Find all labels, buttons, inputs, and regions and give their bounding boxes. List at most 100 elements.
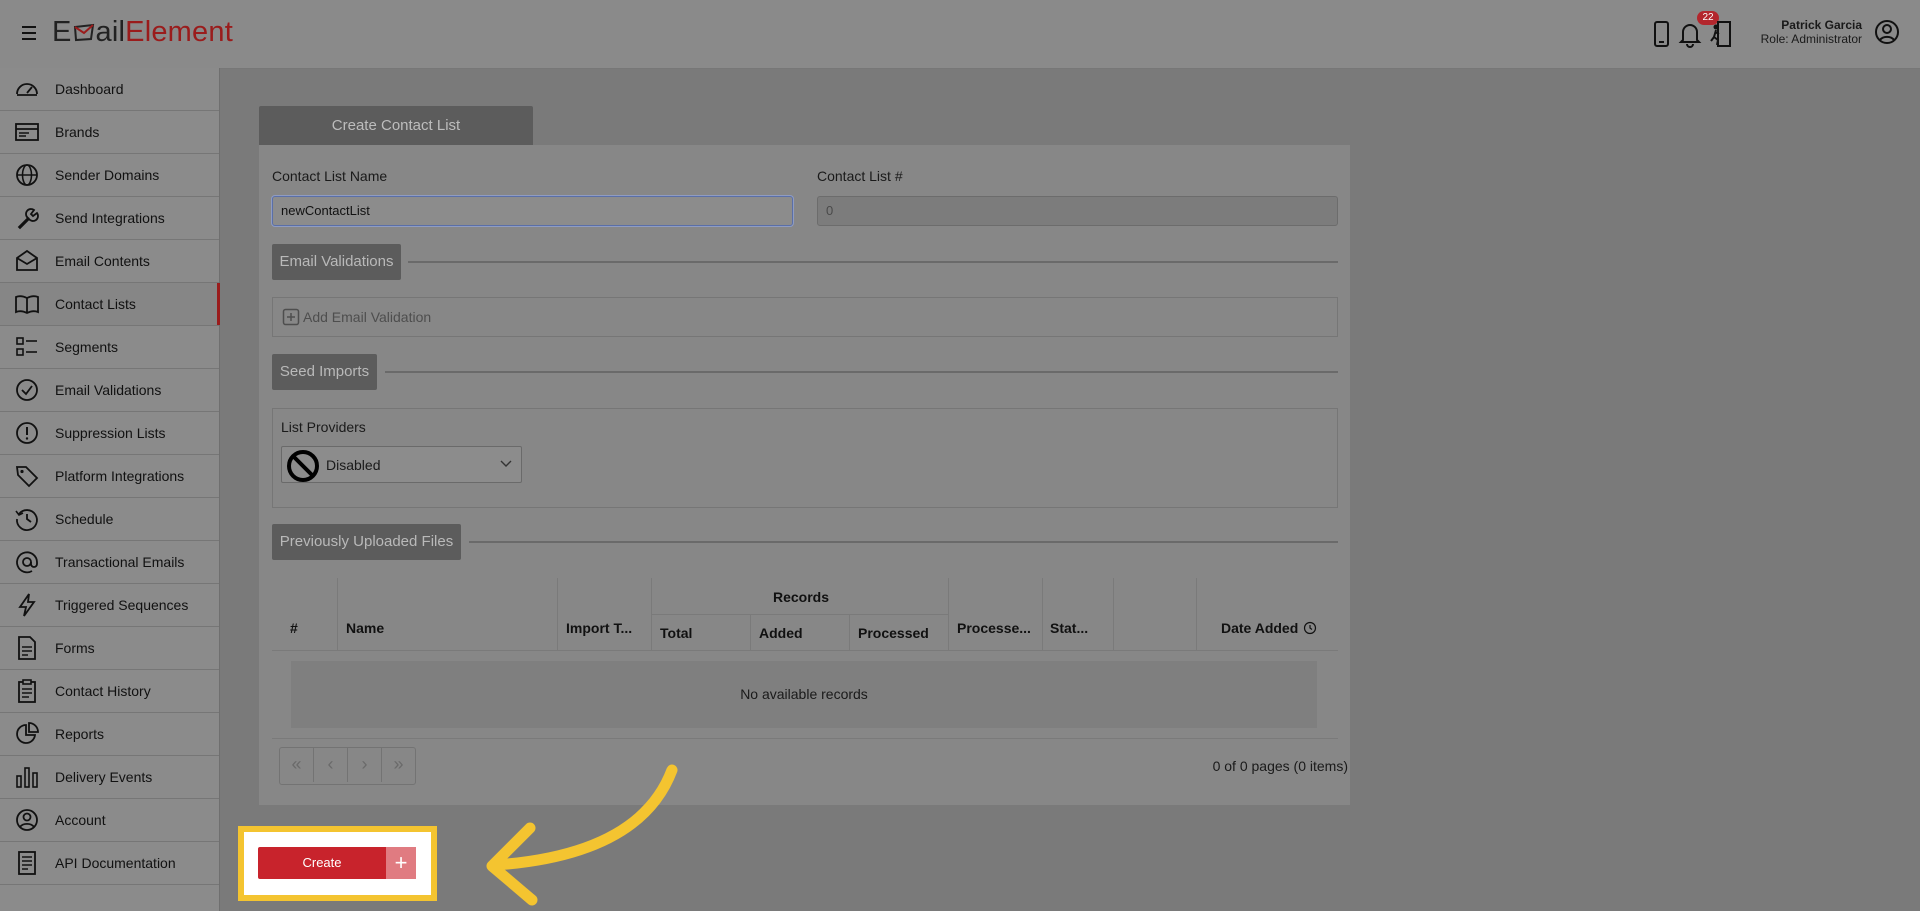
user-name: Patrick Garcia: [1781, 18, 1862, 32]
next-page-button[interactable]: ›: [348, 748, 382, 782]
table-footer-divider: [272, 738, 1338, 739]
sidebar-item-label: Sender Domains: [55, 167, 160, 183]
seed-imports-section-button[interactable]: Seed Imports: [272, 354, 377, 390]
add-email-validation-label: Add Email Validation: [303, 309, 432, 325]
sidebar-item-delivery-events[interactable]: Delivery Events: [0, 756, 219, 799]
sidebar-item-segments[interactable]: Segments: [0, 326, 219, 369]
sidebar-item-dashboard[interactable]: Dashboard: [0, 68, 219, 111]
table-column-divider: [337, 578, 338, 650]
book-icon: [15, 295, 39, 315]
sidebar-item-label: Account: [55, 812, 106, 828]
disabled-icon: [287, 450, 319, 482]
column-header-name[interactable]: Name: [346, 620, 384, 636]
pagination-info: 0 of 0 pages (0 items): [1212, 758, 1348, 774]
segments-icon: [16, 337, 37, 356]
at-icon: [16, 551, 38, 574]
previously-uploaded-files-section-button[interactable]: Previously Uploaded Files: [272, 524, 461, 560]
column-header-total[interactable]: Total: [660, 625, 692, 641]
logout-icon[interactable]: [1707, 18, 1735, 50]
contact-list-name-label: Contact List Name: [272, 168, 388, 184]
globe-icon: [16, 164, 38, 186]
table-column-divider: [948, 578, 949, 650]
sidebar-item-email-validations[interactable]: Email Validations: [0, 369, 219, 412]
clock-icon: [1304, 621, 1317, 635]
top-header: EailElement 22 Patrick Garcia Role: Admi…: [0, 0, 1920, 69]
create-button-label: Create: [302, 855, 342, 870]
clipboard-icon: [18, 679, 36, 703]
exclamation-circle-icon: [16, 422, 38, 444]
sidebar-item-contact-lists[interactable]: Contact Lists: [0, 283, 220, 326]
sidebar-item-brands[interactable]: Brands: [0, 111, 219, 154]
column-header-added[interactable]: Added: [759, 625, 803, 641]
column-header-processed[interactable]: Processed: [858, 625, 929, 641]
list-providers-label: List Providers: [281, 419, 366, 435]
logo-text-element: Element: [125, 16, 233, 48]
plus-icon: +: [386, 847, 416, 879]
mobile-icon[interactable]: [1647, 18, 1675, 50]
contact-list-number-input[interactable]: 0: [817, 196, 1338, 226]
app-logo[interactable]: EailElement: [52, 16, 233, 49]
column-header-number[interactable]: #: [290, 620, 298, 636]
column-header-date-added[interactable]: Date Added: [1221, 620, 1317, 636]
column-header-processed-at[interactable]: Processe...: [957, 620, 1031, 636]
sidebar-item-label: Suppression Lists: [55, 425, 166, 441]
column-header-import-type[interactable]: Import T...: [566, 620, 632, 636]
bar-chart-icon: [16, 767, 38, 788]
envelope-icon: [16, 249, 38, 271]
sidebar-item-label: Contact History: [55, 683, 151, 699]
sidebar-item-contact-history[interactable]: Contact History: [0, 670, 219, 713]
email-validations-section-button[interactable]: Email Validations: [272, 244, 401, 280]
last-page-button[interactable]: »: [382, 748, 415, 782]
sidebar-item-label: Schedule: [55, 511, 114, 527]
sidebar-item-forms[interactable]: Forms: [0, 627, 219, 670]
table-row-divider: [272, 650, 1338, 651]
sidebar-item-label: Triggered Sequences: [55, 597, 189, 613]
sidebar-item-transactional-emails[interactable]: Transactional Emails: [0, 541, 219, 584]
sidebar-item-reports[interactable]: Reports: [0, 713, 219, 756]
sidebar-item-schedule[interactable]: Schedule: [0, 498, 219, 541]
hamburger-menu-icon[interactable]: [22, 22, 42, 44]
list-providers-value: Disabled: [326, 457, 381, 473]
sidebar-item-label: Segments: [55, 339, 119, 355]
sidebar-item-sender-domains[interactable]: Sender Domains: [0, 154, 219, 197]
sidebar-item-label: Platform Integrations: [55, 468, 185, 484]
table-column-divider: [849, 614, 850, 650]
add-email-validation-button[interactable]: Add Email Validation: [282, 308, 431, 326]
table-column-divider: [557, 578, 558, 650]
table-column-divider: [1042, 578, 1043, 650]
date-added-label: Date Added: [1221, 620, 1299, 636]
sidebar-item-label: Brands: [55, 124, 100, 140]
seed-imports-box: List Providers Disabled: [272, 408, 1338, 508]
contact-list-name-input[interactable]: newContactList: [272, 196, 793, 226]
previous-page-button[interactable]: ‹: [314, 748, 348, 782]
create-button[interactable]: Create +: [258, 847, 416, 879]
list-providers-select[interactable]: Disabled: [281, 446, 522, 483]
user-avatar-icon[interactable]: [1874, 19, 1900, 45]
sidebar-item-email-contents[interactable]: Email Contents: [0, 240, 219, 283]
sidebar-nav: Dashboard Brands Sender Domains Send Int…: [0, 68, 220, 911]
sidebar-item-account[interactable]: Account: [0, 799, 219, 842]
column-header-status[interactable]: Stat...: [1050, 620, 1088, 636]
sidebar-item-label: Email Validations: [55, 382, 162, 398]
form-icon: [18, 636, 36, 660]
table-column-divider: [1113, 578, 1114, 650]
user-info: Patrick Garcia Role: Administrator: [1761, 18, 1862, 46]
sidebar-item-triggered-sequences[interactable]: Triggered Sequences: [0, 584, 219, 627]
table-column-divider: [1196, 578, 1197, 650]
sidebar-item-api-documentation[interactable]: API Documentation: [0, 842, 219, 885]
tab-create-contact-list[interactable]: Create Contact List: [259, 106, 533, 145]
user-circle-icon: [16, 809, 38, 831]
sidebar-item-platform-integrations[interactable]: Platform Integrations: [0, 455, 219, 498]
section-divider: [385, 371, 1338, 373]
sidebar-item-label: Contact Lists: [55, 296, 136, 312]
sidebar-item-suppression-lists[interactable]: Suppression Lists: [0, 412, 219, 455]
document-icon: [18, 851, 36, 875]
sidebar-item-send-integrations[interactable]: Send Integrations: [0, 197, 219, 240]
sidebar-item-label: Dashboard: [55, 81, 124, 97]
dashboard-icon: [16, 83, 38, 96]
first-page-button[interactable]: «: [280, 748, 314, 782]
section-divider: [469, 541, 1338, 543]
logo-letter-e: E: [52, 16, 72, 48]
user-role: Role: Administrator: [1760, 32, 1862, 46]
sidebar-item-label: Transactional Emails: [55, 554, 185, 570]
